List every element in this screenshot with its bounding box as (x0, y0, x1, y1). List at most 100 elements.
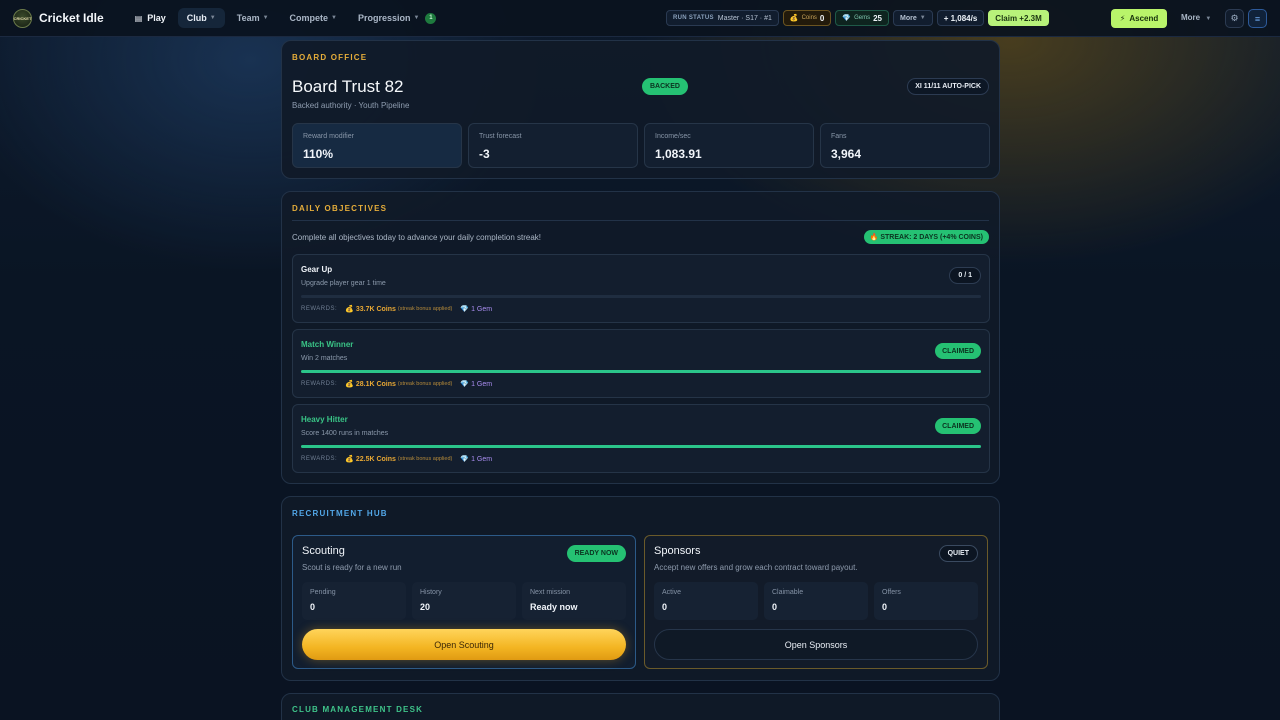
progress-bar (301, 370, 981, 373)
claim-button[interactable]: Claim +2.3M (988, 10, 1049, 26)
streak-note: (streak bonus applied) (397, 456, 453, 462)
stat-card: Trust forecast -3 (468, 123, 638, 168)
objective-card: Match Winner Win 2 matches CLAIMED REWAR… (292, 329, 990, 398)
stat-value: -3 (479, 147, 490, 161)
mini-stat-label: Active (662, 589, 682, 596)
mini-stat-value: 20 (420, 602, 431, 612)
sponsors-card: Sponsors Accept new offers and grow each… (644, 535, 988, 669)
stat-card: Reward modifier 110% (292, 123, 462, 168)
gem-icon: 💎 (460, 456, 470, 463)
stat-card: Income/sec 1,083.91 (644, 123, 814, 168)
coin-icon: 💰 (345, 381, 354, 388)
reward-gems: 1 Gem (471, 455, 493, 463)
status-badge: QUIET (938, 545, 978, 562)
reward-coins: 22.5K Coins (355, 455, 396, 463)
ascend-label: Ascend (1129, 14, 1159, 23)
rewards-label: REWARDS: (301, 306, 338, 312)
status-more-label: More (900, 14, 917, 22)
stat-label: Fans (831, 133, 847, 140)
card-title: Scouting (302, 545, 345, 557)
nav-club-label: Club (186, 13, 207, 23)
status-badge: READY NOW (566, 545, 626, 562)
nav-club[interactable]: Club ▼ (177, 8, 225, 28)
mini-stat: Active 0 (654, 582, 758, 620)
objectives-intro: Complete all objectives today to advance… (292, 233, 542, 242)
objective-title: Gear Up (301, 265, 333, 274)
gem-icon: 💎 (460, 306, 470, 313)
main-nav: ▤ Play Club ▼ Team ▼ Compete ▼ Progressi… (126, 8, 449, 29)
xi-autopick-badge[interactable]: XI 11/11 AUTO-PICK (907, 78, 989, 95)
app-logo: CRICKET (13, 8, 32, 28)
mini-stat-label: Next mission (530, 589, 571, 596)
objective-desc: Score 1400 runs in matches (301, 430, 389, 437)
coin-icon: 💰 (345, 306, 354, 313)
objective-title: Match Winner (301, 340, 354, 349)
objective-title: Heavy Hitter (301, 415, 348, 424)
section-title: RECRUITMENT HUB (292, 509, 388, 518)
mini-stat-value: Ready now (530, 602, 578, 612)
mini-stat: History 20 (412, 582, 516, 620)
top-more-button[interactable]: More ▼ (1181, 13, 1211, 22)
rewards-label: REWARDS: (301, 456, 338, 462)
progress-bar (301, 295, 981, 298)
status-group: RUN STATUS Master · S17 · #1 💰 Coins 0 💎… (666, 10, 1053, 26)
nav-team[interactable]: Team ▼ (228, 8, 278, 28)
run-status-pill[interactable]: RUN STATUS Master · S17 · #1 (666, 10, 779, 26)
chevron-down-icon: ▼ (1205, 16, 1212, 22)
coins-label: Coins (801, 15, 817, 21)
mini-stat: Pending 0 (302, 582, 406, 620)
objective-desc: Upgrade player gear 1 time (301, 280, 386, 287)
income-rate-pill: + 1,084/s (936, 10, 985, 26)
board-subtitle: Backed authority · Youth Pipeline (292, 101, 410, 110)
mini-stat-value: 0 (662, 602, 668, 612)
play-icon: ▤ (134, 13, 143, 23)
stat-label: Income/sec (655, 133, 691, 140)
nav-compete[interactable]: Compete ▼ (281, 8, 346, 28)
coins-value: 0 (819, 13, 825, 23)
club-management-panel: CLUB MANAGEMENT DESK (281, 693, 1000, 720)
claimed-badge: CLAIMED (935, 343, 981, 359)
progress-bar (301, 445, 981, 448)
gem-icon: 💎 (842, 15, 852, 22)
streak-note: (streak bonus applied) (397, 381, 453, 387)
objective-card: Heavy Hitter Score 1400 runs in matches … (292, 404, 990, 473)
claim-label: Claim +2.3M (995, 13, 1042, 23)
objective-card: Gear Up Upgrade player gear 1 time 0 / 1… (292, 254, 990, 323)
mini-stat-value: 0 (882, 602, 888, 612)
mini-stat-value: 0 (772, 602, 778, 612)
nav-play-label: Play (147, 13, 166, 23)
coin-icon: 💰 (345, 456, 354, 463)
mini-stat-label: History (420, 589, 442, 596)
income-rate: + 1,084/s (943, 13, 978, 23)
nav-team-label: Team (236, 13, 260, 23)
chevron-down-icon: ▼ (262, 15, 269, 21)
nav-progression[interactable]: Progression ▼ 1 (349, 8, 445, 29)
daily-objectives-panel: DAILY OBJECTIVES Complete all objectives… (281, 191, 1000, 484)
board-office-panel: BOARD OFFICE Board Trust 82 Backed autho… (281, 40, 1000, 179)
notification-badge: 1 (425, 12, 437, 24)
status-more-button[interactable]: More ▼ (893, 10, 933, 26)
gear-icon: ⚙ (1230, 13, 1239, 23)
gem-icon: 💎 (460, 381, 470, 388)
settings-button[interactable]: ⚙ (1225, 9, 1244, 28)
streak-note: (streak bonus applied) (397, 306, 453, 312)
nav-play[interactable]: ▤ Play (126, 8, 175, 28)
rewards-row: REWARDS: 💰 33.7K Coins (streak bonus app… (301, 305, 493, 314)
brand[interactable]: CRICKET Cricket Idle (13, 8, 104, 28)
coins-pill[interactable]: 💰 Coins 0 (782, 10, 832, 26)
stat-label: Reward modifier (303, 133, 354, 140)
objective-progress-badge: 0 / 1 (949, 267, 981, 284)
gems-pill[interactable]: 💎 Gems 25 (835, 10, 890, 26)
mini-stat-label: Offers (882, 589, 901, 596)
stat-value: 110% (303, 147, 334, 161)
reward-coins: 28.1K Coins (355, 380, 396, 388)
reward-gems: 1 Gem (471, 305, 493, 313)
ascend-button[interactable]: ⚡ Ascend (1111, 9, 1167, 28)
menu-button[interactable]: ≡ (1248, 9, 1267, 28)
stat-value: 3,964 (831, 147, 862, 161)
open-scouting-button[interactable]: Open Scouting (302, 629, 626, 660)
open-sponsors-button[interactable]: Open Sponsors (654, 629, 978, 660)
top-bar: CRICKET Cricket Idle ▤ Play Club ▼ Team … (0, 0, 1280, 37)
claimed-badge: CLAIMED (935, 418, 981, 434)
reward-coins: 33.7K Coins (355, 305, 396, 313)
